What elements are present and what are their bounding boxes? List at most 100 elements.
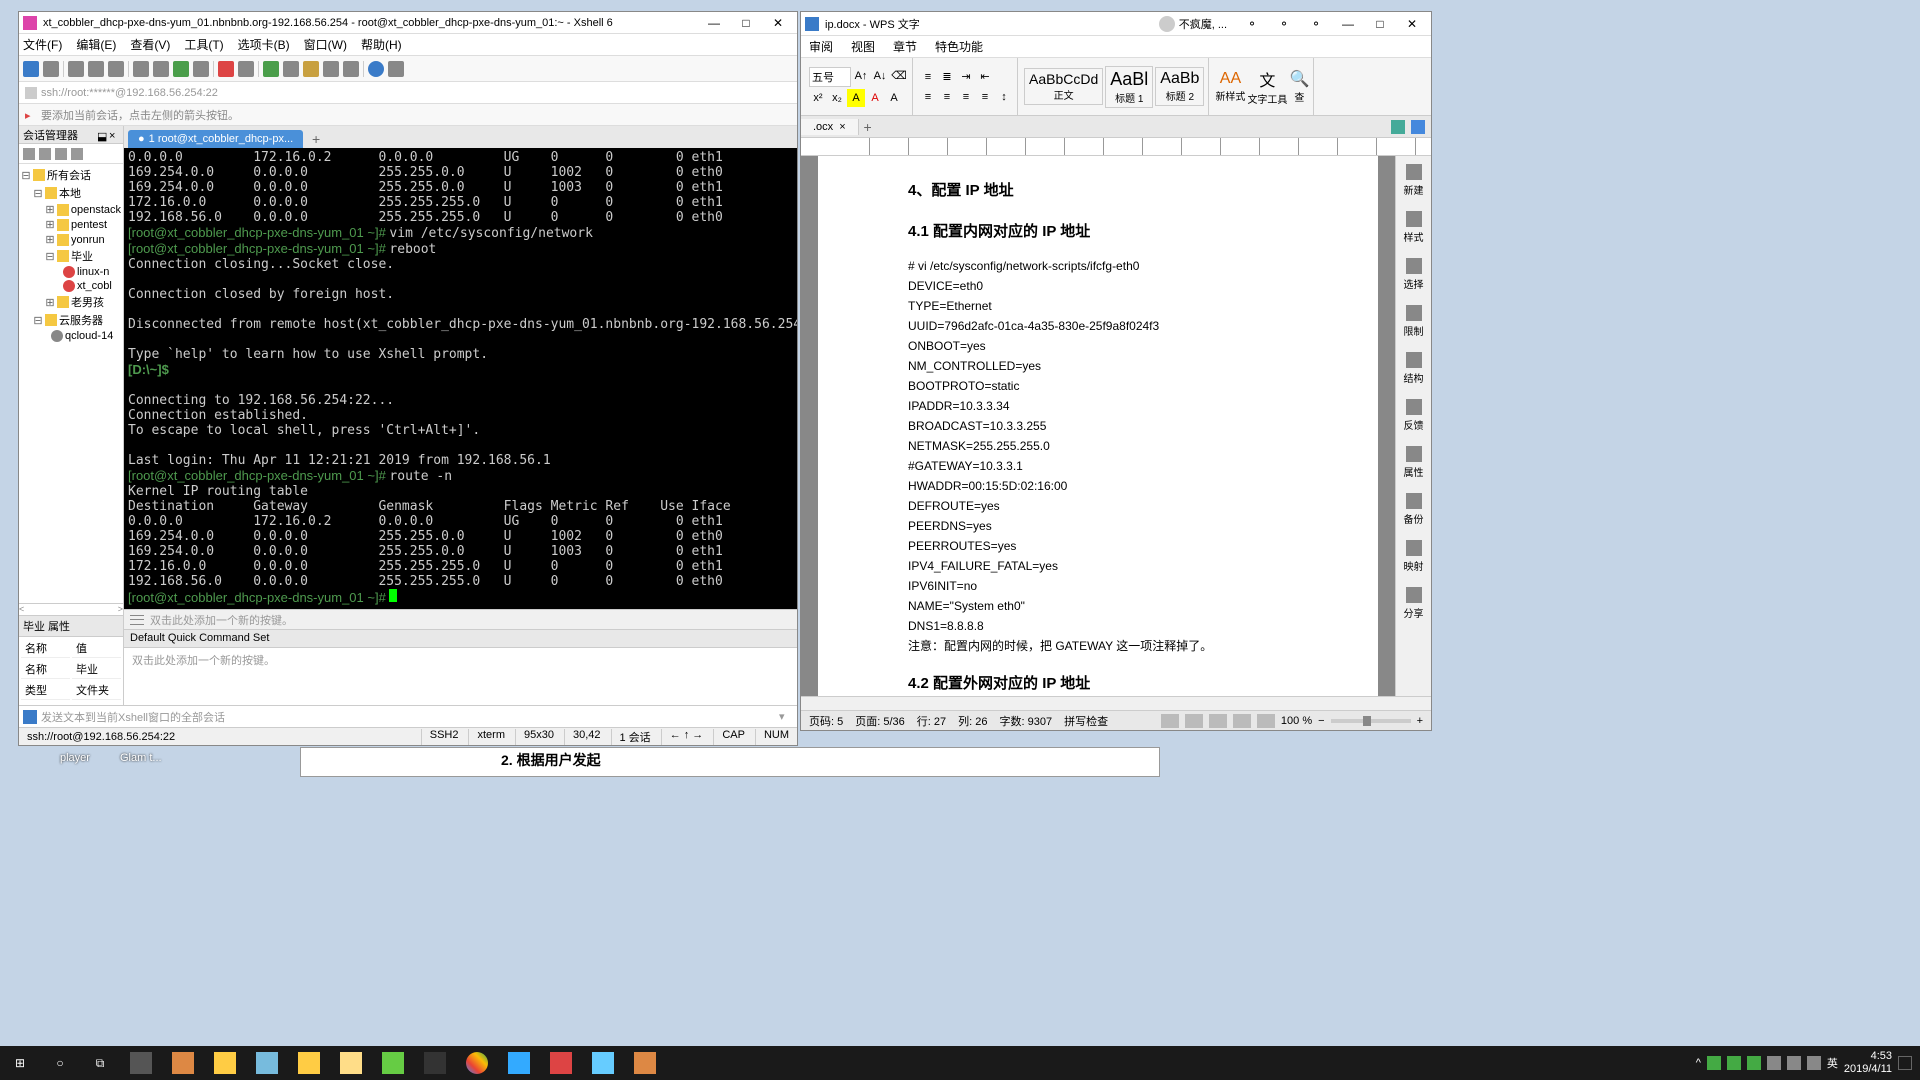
- terminal-tab-active[interactable]: ● 1 root@xt_cobbler_dhcp-px...: [128, 130, 303, 148]
- taskbar-app[interactable]: [120, 1046, 162, 1080]
- toolbar-icon[interactable]: [263, 61, 279, 77]
- tray-icon[interactable]: [1767, 1056, 1781, 1070]
- wps-tool-icon[interactable]: ⚬: [1301, 15, 1331, 33]
- cortana-button[interactable]: ○: [40, 1046, 80, 1080]
- send-bar[interactable]: 发送文本到当前Xshell窗口的全部会话 ▾: [19, 705, 797, 727]
- toolbar-icon[interactable]: [388, 61, 404, 77]
- side-restrict[interactable]: 限制: [1404, 305, 1424, 338]
- ribbon-tab[interactable]: 视图: [851, 38, 875, 55]
- number-list-icon[interactable]: ≣: [938, 68, 956, 86]
- style-option[interactable]: AaBb标题 2: [1155, 67, 1204, 106]
- close-button[interactable]: ✕: [1397, 15, 1427, 33]
- text-tools-button[interactable]: 文字工具: [1247, 91, 1287, 106]
- side-share[interactable]: 分享: [1404, 587, 1424, 620]
- taskbar-app[interactable]: [204, 1046, 246, 1080]
- view-mode-icon[interactable]: [1161, 714, 1179, 728]
- style-option[interactable]: AaBbCcDd正文: [1024, 68, 1103, 105]
- new-style-button[interactable]: 新样式: [1215, 88, 1245, 103]
- style-option[interactable]: AaBl标题 1: [1105, 66, 1153, 108]
- session-tool-icon[interactable]: [55, 148, 67, 160]
- view-mode-icon[interactable]: [1257, 714, 1275, 728]
- tray-icon[interactable]: [1727, 1056, 1741, 1070]
- close-panel-icon[interactable]: ×: [109, 130, 119, 140]
- ime-indicator[interactable]: 英: [1827, 1055, 1838, 1071]
- ribbon-tab[interactable]: 审阅: [809, 38, 833, 55]
- toolbar-icon[interactable]: [323, 61, 339, 77]
- tree-item[interactable]: ⊟云服务器: [21, 311, 121, 329]
- side-props[interactable]: 属性: [1404, 446, 1424, 479]
- align-center-icon[interactable]: ≡: [938, 88, 956, 106]
- align-left-icon[interactable]: ≡: [919, 88, 937, 106]
- send-dropdown[interactable]: ▾: [779, 710, 793, 723]
- desktop-icon-label[interactable]: player: [60, 752, 90, 764]
- quick-bar[interactable]: 双击此处添加一个新的按键。: [124, 609, 797, 629]
- toolbar-icon[interactable]: [108, 61, 124, 77]
- tray-chevron-icon[interactable]: ^: [1696, 1057, 1701, 1069]
- notification-icon[interactable]: [1898, 1056, 1912, 1070]
- menu-window[interactable]: 窗口(W): [304, 36, 347, 53]
- close-button[interactable]: ✕: [763, 14, 793, 32]
- line-spacing-icon[interactable]: ↕: [995, 88, 1013, 106]
- taskbar-app[interactable]: [582, 1046, 624, 1080]
- status-pages[interactable]: 页面: 5/36: [855, 713, 905, 729]
- highlight-icon[interactable]: A: [847, 89, 865, 107]
- zoom-slider[interactable]: [1331, 719, 1411, 723]
- menu-file[interactable]: 文件(F): [23, 36, 62, 53]
- bullet-list-icon[interactable]: ≡: [919, 68, 937, 86]
- tree-item[interactable]: ⊞pentest: [21, 217, 121, 232]
- tree-item[interactable]: linux-n: [21, 265, 121, 279]
- minimize-button[interactable]: —: [1333, 15, 1363, 33]
- zoom-out[interactable]: −: [1318, 715, 1324, 727]
- font-color-icon[interactable]: A: [866, 89, 884, 107]
- side-structure[interactable]: 结构: [1404, 352, 1424, 385]
- menu-tools[interactable]: 工具(T): [184, 36, 223, 53]
- menu-edit[interactable]: 编辑(E): [76, 36, 116, 53]
- menu-tab[interactable]: 选项卡(B): [238, 36, 290, 53]
- pin-icon[interactable]: ⬓: [97, 130, 107, 140]
- copy-icon[interactable]: [68, 61, 84, 77]
- side-backup[interactable]: 备份: [1404, 493, 1424, 526]
- taskbar-app[interactable]: [330, 1046, 372, 1080]
- maximize-button[interactable]: □: [1365, 15, 1395, 33]
- align-right-icon[interactable]: ≡: [957, 88, 975, 106]
- hamburger-icon[interactable]: [130, 615, 144, 625]
- add-doc-tab[interactable]: +: [859, 119, 877, 135]
- desktop-icon-label[interactable]: Glam t...: [120, 752, 162, 764]
- wps-ruler[interactable]: [801, 138, 1431, 156]
- network-icon[interactable]: [1787, 1056, 1801, 1070]
- taskbar-clock[interactable]: 4:53 2019/4/11: [1844, 1050, 1892, 1076]
- tree-item[interactable]: ⊞yonrun: [21, 232, 121, 247]
- tree-root[interactable]: ⊟所有会话: [21, 166, 121, 184]
- wps-page[interactable]: 4、配置 IP 地址 4.1 配置内网对应的 IP 地址 # vi /etc/s…: [818, 156, 1378, 696]
- tree-item[interactable]: xt_cobl: [21, 279, 121, 293]
- font-icon[interactable]: [193, 61, 209, 77]
- increase-font-icon[interactable]: A↑: [852, 67, 870, 85]
- clear-format-icon[interactable]: ⌫: [890, 67, 908, 85]
- toolbar-icon[interactable]: [43, 61, 59, 77]
- close-tab-icon[interactable]: ×: [839, 121, 845, 133]
- minimize-button[interactable]: —: [699, 14, 729, 32]
- side-style[interactable]: 样式: [1404, 211, 1424, 244]
- xshell-titlebar[interactable]: xt_cobbler_dhcp-pxe-dns-yum_01.nbnbnb.or…: [19, 12, 797, 34]
- taskbar-app[interactable]: [498, 1046, 540, 1080]
- doc-tab[interactable]: .ocx×: [801, 119, 859, 135]
- start-button[interactable]: ⊞: [0, 1046, 40, 1080]
- toolbar-icon[interactable]: [173, 61, 189, 77]
- ribbon-tab[interactable]: 特色功能: [935, 38, 983, 55]
- status-spell[interactable]: 拼写检查: [1064, 713, 1108, 729]
- wps-tab-icon[interactable]: [1391, 120, 1405, 134]
- find-button[interactable]: 查: [1294, 89, 1304, 104]
- outdent-icon[interactable]: ⇤: [976, 68, 994, 86]
- view-mode-icon[interactable]: [1185, 714, 1203, 728]
- toolbar-icon[interactable]: [238, 61, 254, 77]
- zoom-in[interactable]: +: [1417, 715, 1423, 727]
- tray-icon[interactable]: [1707, 1056, 1721, 1070]
- side-select[interactable]: 选择: [1404, 258, 1424, 291]
- tray-icon[interactable]: [1747, 1056, 1761, 1070]
- wps-document-area[interactable]: 4、配置 IP 地址 4.1 配置内网对应的 IP 地址 # vi /etc/s…: [801, 156, 1395, 696]
- help-icon[interactable]: [368, 61, 384, 77]
- taskbar-app[interactable]: [624, 1046, 666, 1080]
- wps-tab-icon[interactable]: [1411, 120, 1425, 134]
- tree-item[interactable]: ⊞老男孩: [21, 293, 121, 311]
- wps-horizontal-scrollbar[interactable]: [801, 696, 1431, 710]
